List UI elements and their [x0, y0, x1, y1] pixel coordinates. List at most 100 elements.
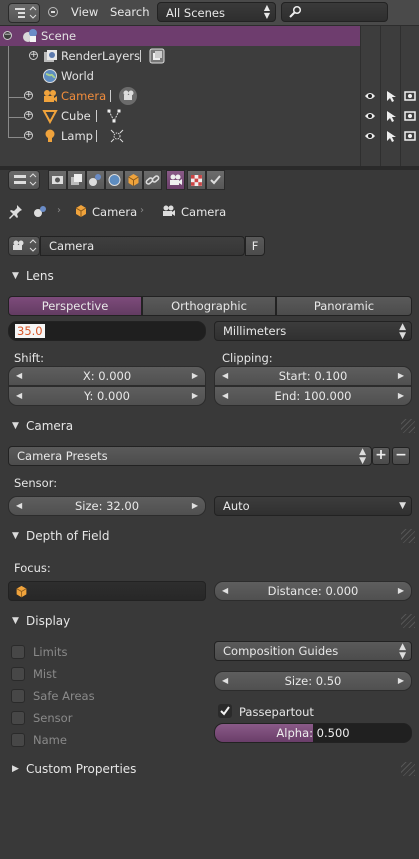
decrement-arrow-icon[interactable]: ◀ [16, 367, 22, 385]
add-preset-button[interactable]: + [372, 447, 390, 465]
mist-checkbox[interactable] [11, 667, 25, 681]
lens-panel-header[interactable]: ▼ Lens [0, 266, 419, 288]
row-label: World [61, 69, 94, 83]
tab-render-layers[interactable] [67, 170, 86, 190]
mist-label: Mist [33, 667, 57, 681]
tab-constraints[interactable] [143, 170, 162, 190]
pin-icon[interactable] [8, 203, 24, 219]
editor-type-button[interactable] [8, 170, 40, 190]
render-camera-icon[interactable] [404, 130, 416, 142]
visibility-eye-icon[interactable] [364, 110, 376, 122]
increment-arrow-icon[interactable]: ▶ [398, 582, 404, 600]
composition-guides-menu[interactable]: Composition Guides ▲ ▼ [214, 641, 412, 661]
expand-icon[interactable]: + [24, 91, 33, 100]
increment-arrow-icon[interactable]: ▶ [398, 672, 404, 690]
fake-user-button[interactable]: F [245, 236, 265, 256]
select-cursor-icon[interactable] [385, 110, 397, 122]
sensor-checkbox[interactable] [11, 711, 25, 725]
editor-type-button[interactable] [8, 3, 40, 23]
passepartout-checkbox[interactable] [218, 704, 232, 718]
view-menu[interactable]: View [71, 5, 98, 19]
clip-end-field[interactable]: ◀ End: 100.000 ▶ [214, 386, 412, 406]
decrement-arrow-icon[interactable]: ◀ [222, 672, 228, 690]
visibility-eye-icon[interactable] [364, 90, 376, 102]
shift-x-field[interactable]: ◀ X: 0.000 ▶ [8, 366, 206, 386]
datablock-browse-button[interactable] [8, 236, 40, 256]
outliner-row-world[interactable]: World [0, 66, 360, 86]
outliner-row-lamp[interactable]: + Lamp [0, 126, 360, 146]
lamp-object-icon [45, 129, 55, 142]
name-label: Name [33, 733, 67, 747]
safe-areas-checkbox[interactable] [11, 689, 25, 703]
focal-length-value[interactable]: 35.0 [15, 324, 45, 338]
lens-unit-select[interactable]: Millimeters ▲ ▼ [214, 321, 412, 341]
scene-icon [23, 29, 37, 42]
updown-icon: ▲ ▼ [399, 322, 406, 341]
increment-arrow-icon[interactable]: ▶ [398, 367, 404, 385]
lens-type-perspective[interactable]: Perspective [8, 296, 142, 316]
remove-preset-button[interactable]: − [392, 447, 410, 465]
select-cursor-icon[interactable] [385, 90, 397, 102]
tab-scene[interactable] [86, 170, 105, 190]
increment-arrow-icon[interactable]: ▶ [192, 497, 198, 515]
sensor-fit-select[interactable]: Auto ▼ [214, 496, 412, 516]
expand-icon[interactable]: + [24, 111, 33, 120]
dof-panel-header[interactable]: ▼ Depth of Field [0, 526, 419, 548]
lens-type-orthographic[interactable]: Orthographic [142, 296, 276, 316]
tab-world[interactable] [105, 170, 124, 190]
focal-length-field[interactable]: 35.0 [8, 321, 206, 341]
expand-icon[interactable]: + [29, 51, 38, 60]
display-mode-select[interactable]: All Scenes ▲ ▼ [157, 2, 276, 22]
tab-scripts[interactable] [206, 170, 225, 190]
custom-properties-panel-header[interactable]: ▶ Custom Properties [0, 759, 419, 781]
render-camera-icon[interactable] [404, 110, 416, 122]
camera-presets-menu[interactable]: Camera Presets ▲ ▼ [8, 446, 372, 466]
outliner-row-camera[interactable]: + Camera [0, 86, 360, 106]
checkmark-icon [220, 706, 230, 716]
tab-render[interactable] [48, 170, 67, 190]
render-camera-icon[interactable] [404, 90, 416, 102]
tab-object[interactable] [124, 170, 143, 190]
camera-panel-header[interactable]: ▼ Camera [0, 416, 419, 438]
focus-distance-field[interactable]: ◀ Distance: 0.000 ▶ [214, 581, 412, 601]
panel-drag-grip[interactable] [401, 529, 415, 543]
name-checkbox[interactable] [11, 733, 25, 747]
decrement-arrow-icon[interactable]: ◀ [222, 367, 228, 385]
tab-texture[interactable] [187, 170, 206, 190]
shift-y-field[interactable]: ◀ Y: 0.000 ▶ [8, 386, 206, 406]
increment-arrow-icon[interactable]: ▶ [192, 387, 198, 405]
search-field[interactable] [281, 2, 388, 22]
lens-type-panoramic[interactable]: Panoramic [276, 296, 412, 316]
expanded-triangle-icon: ▼ [12, 531, 19, 541]
panel-drag-grip[interactable] [401, 614, 415, 628]
outliner-row-scene[interactable]: − Scene [0, 26, 360, 46]
properties-editor: › Camera › Camera Camera F ▼ Lens Perspe… [0, 170, 419, 859]
display-panel-header[interactable]: ▼ Display [0, 611, 419, 633]
decrement-arrow-icon[interactable]: ◀ [16, 497, 22, 515]
panel-drag-grip[interactable] [401, 419, 415, 433]
panel-drag-grip[interactable] [401, 762, 415, 776]
visibility-eye-icon[interactable] [364, 130, 376, 142]
alpha-slider[interactable]: Alpha: 0.500 [214, 723, 412, 743]
decrement-arrow-icon[interactable]: ◀ [222, 582, 228, 600]
sensor-size-field[interactable]: ◀ Size: 32.00 ▶ [8, 496, 206, 516]
search-menu[interactable]: Search [110, 5, 150, 19]
decrement-arrow-icon[interactable]: ◀ [16, 387, 22, 405]
select-cursor-icon[interactable] [385, 130, 397, 142]
decrement-arrow-icon[interactable]: ◀ [222, 387, 228, 405]
limits-checkbox[interactable] [11, 645, 25, 659]
focus-object-field[interactable] [8, 581, 206, 601]
collapse-icon[interactable]: − [3, 31, 12, 40]
display-size-field[interactable]: ◀ Size: 0.50 ▶ [214, 671, 412, 691]
increment-arrow-icon[interactable]: ▶ [398, 387, 404, 405]
panel-title: Custom Properties [26, 762, 137, 776]
clip-start-field[interactable]: ◀ Start: 0.100 ▶ [214, 366, 412, 386]
expand-icon[interactable]: + [24, 131, 33, 140]
outliner-row-cube[interactable]: + Cube [0, 106, 360, 126]
outliner-row-renderlayers[interactable]: + RenderLayers [0, 46, 360, 66]
collapse-menu-icon[interactable] [48, 7, 58, 17]
tab-camera-data[interactable] [166, 170, 185, 190]
increment-arrow-icon[interactable]: ▶ [192, 367, 198, 385]
datablock-name-field[interactable]: Camera [40, 236, 245, 256]
search-input[interactable] [306, 5, 384, 20]
